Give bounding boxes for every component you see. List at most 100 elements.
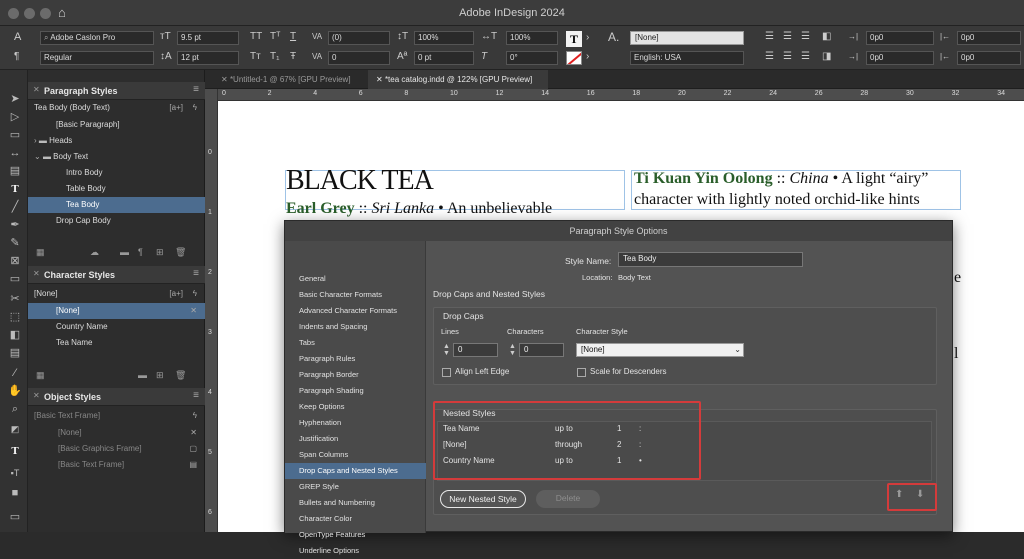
- underline-button[interactable]: T: [290, 30, 296, 44]
- baseline-shift-field[interactable]: 0 pt: [414, 51, 474, 65]
- lightning-icon[interactable]: ϟ: [193, 100, 197, 116]
- collapse-icon[interactable]: ✕: [33, 391, 40, 400]
- eyedropper-tool-icon[interactable]: ⁄: [7, 366, 23, 380]
- category-item[interactable]: GREP Style: [285, 479, 426, 495]
- category-item[interactable]: Character Color: [285, 511, 426, 527]
- horizontal-scale-field[interactable]: 100%: [506, 31, 558, 45]
- close-tab-icon[interactable]: ✕: [376, 75, 385, 84]
- small-caps-button[interactable]: Tт: [250, 50, 261, 64]
- language-select[interactable]: English: USA: [630, 51, 744, 65]
- category-item[interactable]: Paragraph Border: [285, 367, 426, 383]
- gap-tool-icon[interactable]: ↔: [7, 146, 23, 160]
- align-left-edge-checkbox[interactable]: [442, 368, 451, 377]
- character-style-item-selected[interactable]: [None] ✕: [28, 303, 205, 319]
- rectangle-tool-icon[interactable]: ▭: [7, 272, 23, 286]
- align-center-icon[interactable]: ☰: [783, 30, 792, 44]
- toggle-icon-2[interactable]: ◨: [822, 50, 831, 64]
- category-item[interactable]: Bullets and Numbering: [285, 495, 426, 511]
- character-style-select[interactable]: [None]: [630, 31, 744, 45]
- category-item[interactable]: Span Columns: [285, 447, 426, 463]
- character-style-item[interactable]: Tea Name: [28, 335, 205, 351]
- category-item[interactable]: Underline Options: [285, 543, 426, 559]
- type-tool-icon[interactable]: T: [7, 182, 23, 196]
- font-family-select[interactable]: ⌕ Adobe Caslon Pro: [40, 31, 154, 45]
- leading-field[interactable]: 12 pt: [177, 51, 239, 65]
- panel-menu-icon[interactable]: ≡: [193, 268, 199, 279]
- new-style-icon[interactable]: ⊞: [156, 370, 164, 381]
- normal-mode-icon[interactable]: ■: [7, 486, 23, 500]
- hand-tool-icon[interactable]: ✋: [7, 384, 23, 398]
- formatting-affects-text-icon[interactable]: ▪T: [7, 466, 23, 480]
- paragraph-formatting-icon[interactable]: ¶: [14, 50, 19, 64]
- scale-for-descenders-checkbox[interactable]: [577, 368, 586, 377]
- chevron-right-icon[interactable]: ›: [34, 136, 37, 145]
- character-style-item[interactable]: Country Name: [28, 319, 205, 335]
- category-item[interactable]: Drop Caps and Nested Styles: [285, 463, 426, 479]
- justify-center-icon[interactable]: ☰: [783, 50, 792, 64]
- screen-mode-icon[interactable]: ▭: [7, 510, 23, 524]
- characters-input[interactable]: 0: [519, 343, 564, 357]
- move-down-icon[interactable]: ⬇: [916, 489, 924, 500]
- collapse-icon[interactable]: ✕: [33, 269, 40, 278]
- lightning-icon[interactable]: ϟ: [193, 408, 197, 424]
- fill-text-swatch[interactable]: T: [566, 31, 582, 47]
- close-tab-icon[interactable]: ✕: [221, 75, 230, 84]
- vertical-scale-field[interactable]: 100%: [414, 31, 474, 45]
- subscript-button[interactable]: T₁: [270, 50, 279, 64]
- move-up-icon[interactable]: ⬆: [895, 489, 903, 500]
- paragraph-style-item-selected[interactable]: Tea Body: [28, 197, 205, 213]
- lines-input[interactable]: 0: [453, 343, 498, 357]
- page-tool-icon[interactable]: ▭: [7, 128, 23, 142]
- align-left-icon[interactable]: ☰: [765, 30, 774, 44]
- pen-tool-icon[interactable]: ✒: [7, 218, 23, 232]
- all-caps-button[interactable]: TT: [250, 30, 262, 44]
- font-style-select[interactable]: Regular: [40, 51, 154, 65]
- chevron-down-icon[interactable]: ⌄: [34, 152, 41, 161]
- lightning-icon[interactable]: ϟ: [193, 286, 197, 302]
- category-item[interactable]: Paragraph Shading: [285, 383, 426, 399]
- trash-icon[interactable]: 🗑: [175, 370, 186, 381]
- new-group-icon[interactable]: ▬: [120, 247, 129, 257]
- category-item[interactable]: Paragraph Rules: [285, 351, 426, 367]
- panel-menu-icon[interactable]: ≡: [193, 84, 199, 95]
- free-transform-tool-icon[interactable]: ⬚: [7, 310, 23, 324]
- paragraph-style-item[interactable]: [Basic Paragraph]: [28, 117, 205, 133]
- left-indent-field[interactable]: 0p0: [866, 31, 934, 45]
- paragraph-style-item[interactable]: Drop Cap Body: [28, 213, 205, 229]
- style-mapping-icon[interactable]: ▦: [36, 247, 45, 258]
- right-indent-field[interactable]: 0p0: [957, 31, 1021, 45]
- stroke-none-swatch[interactable]: [566, 51, 582, 65]
- content-collector-icon[interactable]: ▤: [7, 164, 23, 178]
- direct-selection-tool-icon[interactable]: ▷: [7, 110, 23, 124]
- new-group-icon[interactable]: ▬: [138, 370, 147, 380]
- zoom-tool-icon[interactable]: ⌕: [7, 402, 23, 416]
- style-name-input[interactable]: Tea Body: [618, 252, 803, 267]
- pencil-tool-icon[interactable]: ✎: [7, 236, 23, 250]
- justify-left-icon[interactable]: ☰: [765, 50, 774, 64]
- chevron-right-icon[interactable]: ›: [586, 31, 589, 45]
- clear-overrides-icon[interactable]: ¶: [138, 247, 143, 257]
- tracking-field[interactable]: 0: [328, 51, 390, 65]
- paragraph-style-group-body-text[interactable]: ⌄ ▬ Body Text: [28, 149, 205, 165]
- align-right-icon[interactable]: ☰: [801, 30, 810, 44]
- character-style-select[interactable]: [None] ⌄: [576, 343, 744, 357]
- paragraph-style-item[interactable]: Intro Body: [28, 165, 205, 181]
- paragraph-style-item[interactable]: Table Body: [28, 181, 205, 197]
- line-tool-icon[interactable]: ╱: [7, 200, 23, 214]
- paragraph-style-group-heads[interactable]: › ▬ Heads: [28, 133, 205, 149]
- character-formatting-icon[interactable]: A: [14, 30, 21, 44]
- collapse-icon[interactable]: ✕: [33, 85, 40, 94]
- toggle-icon[interactable]: ◧: [822, 30, 831, 44]
- new-nested-style-button[interactable]: New Nested Style: [440, 490, 526, 508]
- panel-menu-icon[interactable]: ≡: [193, 390, 199, 401]
- object-style-item[interactable]: [None] ✕: [28, 425, 205, 441]
- category-item[interactable]: Indents and Spacing: [285, 319, 426, 335]
- strikethrough-button[interactable]: Ŧ: [290, 50, 296, 64]
- trash-icon[interactable]: 🗑: [175, 247, 186, 258]
- fill-stroke-swatch-icon[interactable]: T: [7, 444, 23, 458]
- category-item[interactable]: Advanced Character Formats: [285, 303, 426, 319]
- default-fill-stroke-icon[interactable]: ◩: [7, 422, 23, 436]
- skew-field[interactable]: 0°: [506, 51, 558, 65]
- category-item[interactable]: Basic Character Formats: [285, 287, 426, 303]
- rectangle-frame-tool-icon[interactable]: ⊠: [7, 254, 23, 268]
